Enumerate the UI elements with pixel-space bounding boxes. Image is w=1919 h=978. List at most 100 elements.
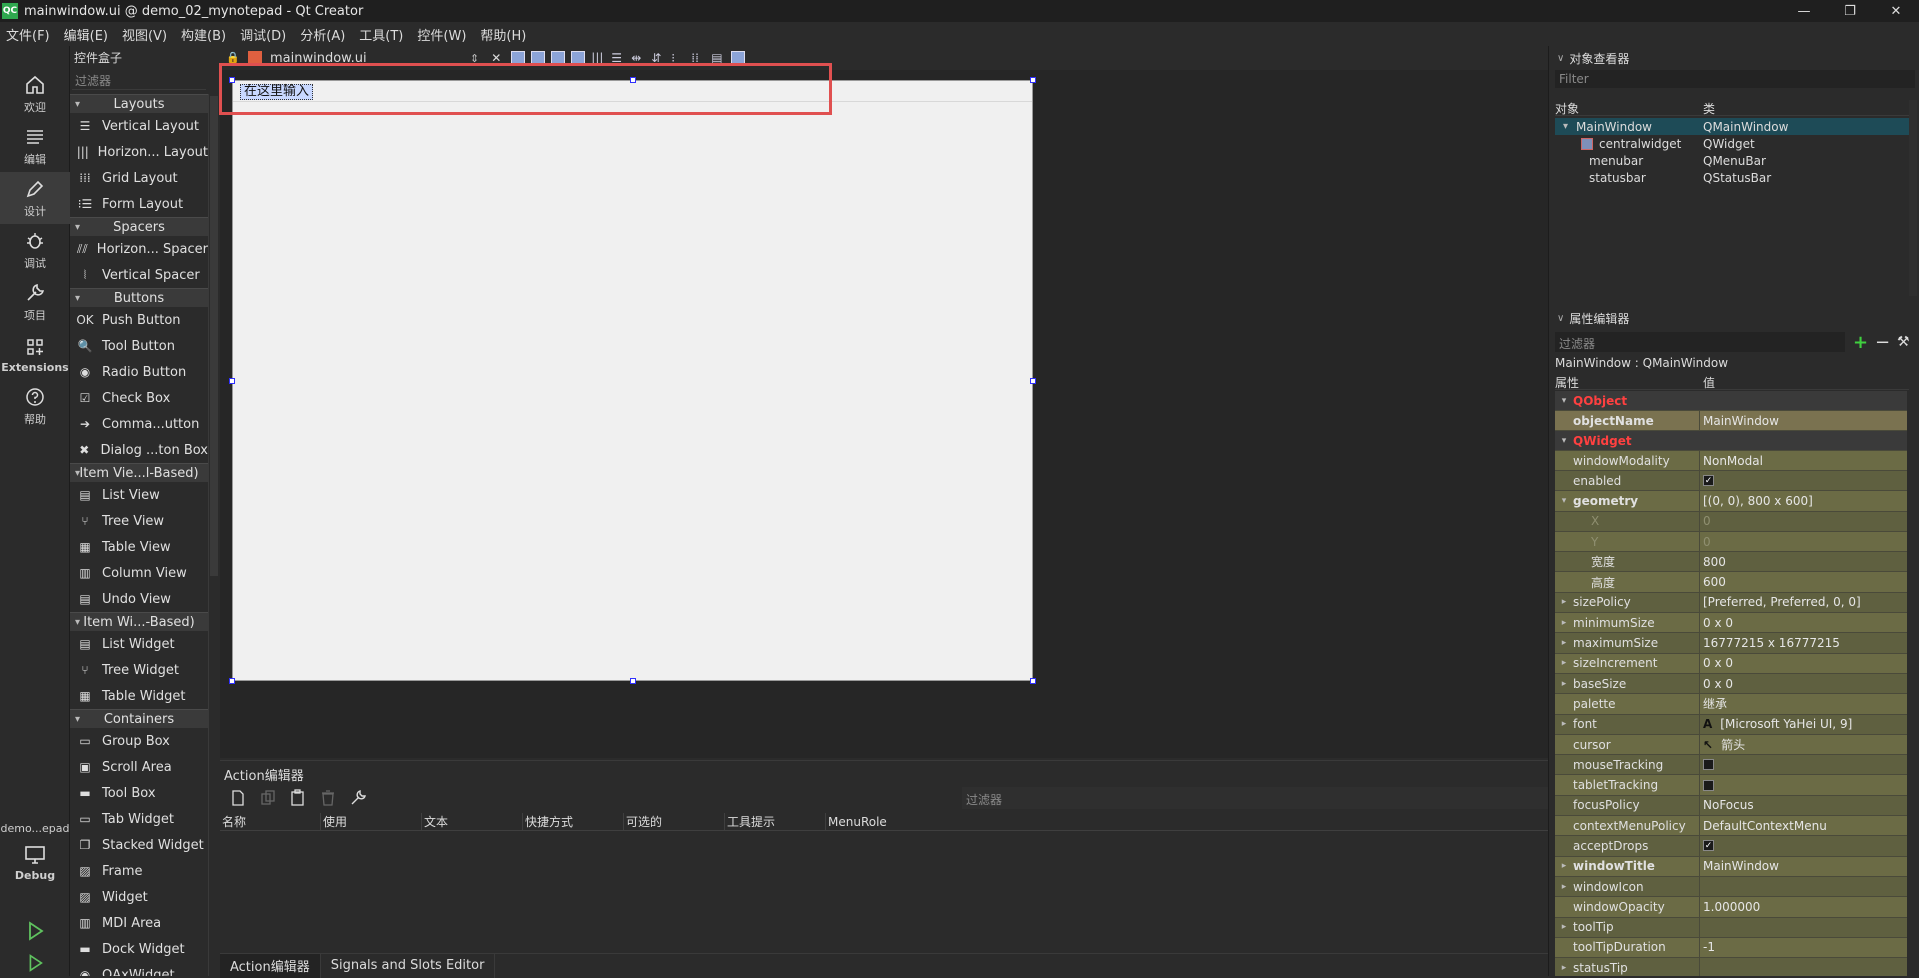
widget-box-scrollbar-thumb[interactable] [210, 96, 218, 576]
widget-category-header[interactable]: Item Wi...-Based) [70, 612, 208, 631]
widget-item[interactable]: ▦ Table View [70, 534, 208, 560]
designer-form-mainwindow[interactable]: 在这里输入 [232, 80, 1033, 681]
property-row[interactable]: ▾ geometry [(0, 0), 800 x 600] [1555, 491, 1909, 512]
property-row[interactable]: ▸ windowTitle MainWindow [1555, 856, 1909, 877]
add-dynamic-property-icon[interactable]: + [1853, 332, 1868, 353]
widget-item[interactable]: ▤ List Widget [70, 631, 208, 657]
resize-handle-bottom[interactable] [630, 678, 636, 684]
mode-project[interactable]: 项目 [0, 276, 70, 328]
object-tree-row[interactable]: ▾ MainWindow QMainWindow [1555, 118, 1909, 135]
collapse-arrow-icon[interactable]: ▸ [1555, 719, 1573, 729]
collapse-arrow-icon[interactable]: ▸ [1555, 658, 1573, 668]
checkbox-checked[interactable]: ✓ [1703, 840, 1714, 852]
column-name[interactable]: 名称 [220, 813, 321, 830]
property-value[interactable]: 16777215 x 16777215 [1700, 633, 1909, 652]
configure-icon[interactable] [346, 786, 370, 810]
widget-category-header[interactable]: Spacers [70, 217, 208, 236]
property-value[interactable]: -1 [1700, 938, 1909, 957]
collapse-arrow-icon[interactable]: ▸ [1555, 922, 1573, 932]
property-row[interactable]: 高度 600 [1555, 572, 1909, 593]
widget-item[interactable]: ✖ Dialog ...ton Box [70, 437, 208, 463]
remove-dynamic-property-icon[interactable]: − [1875, 332, 1890, 353]
object-filter-input[interactable]: Filter [1555, 70, 1915, 88]
new-action-icon[interactable] [226, 786, 250, 810]
property-value[interactable]: NoFocus [1700, 796, 1909, 815]
widget-item[interactable]: ◉ QAxWidget [70, 962, 208, 977]
expand-arrow-icon[interactable]: ▾ [1555, 396, 1573, 406]
property-row[interactable]: ▸ maximumSize 16777215 x 16777215 [1555, 633, 1909, 654]
property-row[interactable]: 宽度 800 [1555, 552, 1909, 573]
widget-item[interactable]: ▥ MDI Area [70, 910, 208, 936]
property-value[interactable]: 继承 [1700, 694, 1909, 713]
resize-handle-bottom-left[interactable] [229, 678, 235, 684]
object-tree-row[interactable]: centralwidget QWidget [1555, 135, 1909, 152]
property-value[interactable]: 800 [1700, 552, 1909, 571]
property-value[interactable]: DefaultContextMenu [1700, 816, 1909, 835]
widget-item[interactable]: OK Push Button [70, 307, 208, 333]
property-row[interactable]: ▸ font A [Microsoft YaHei UI, 9] [1555, 714, 1909, 735]
column-class[interactable]: 类 [1703, 100, 1715, 116]
copy-action-icon[interactable] [256, 786, 280, 810]
mode-debug[interactable]: 调试 [0, 224, 70, 276]
mode-help[interactable]: 帮助 [0, 380, 70, 432]
widget-item[interactable]: ⑂ Tree Widget [70, 657, 208, 683]
menu-widgets[interactable]: 控件(W) [417, 25, 466, 44]
property-value[interactable]: 0 x 0 [1700, 613, 1909, 632]
widget-category-header[interactable]: Buttons [70, 288, 208, 307]
resize-handle-left[interactable] [229, 378, 235, 384]
collapse-arrow-icon[interactable]: ▸ [1555, 882, 1573, 892]
property-value[interactable]: ✓ [1700, 836, 1909, 855]
widget-box-filter-input[interactable]: 过滤器 [72, 72, 206, 90]
tab-action-editor[interactable]: Action编辑器 [220, 953, 321, 978]
menu-build[interactable]: 构建(B) [181, 25, 226, 44]
widget-item[interactable]: 🔍 Tool Button [70, 333, 208, 359]
property-editor-header[interactable]: ∨ 属性编辑器 [1549, 310, 1629, 327]
widget-item[interactable]: ▨ Frame [70, 858, 208, 884]
property-group-row[interactable]: ▾ QWidget [1555, 431, 1909, 451]
property-value[interactable]: MainWindow [1700, 411, 1909, 430]
object-tree-row[interactable]: menubar QMenuBar [1555, 152, 1909, 169]
kit-selector[interactable]: Debug [0, 840, 70, 884]
property-value[interactable]: 0 [1700, 532, 1909, 551]
collapse-arrow-icon[interactable]: ▸ [1555, 597, 1573, 607]
property-value[interactable] [1700, 755, 1909, 774]
widget-item[interactable]: ▭ Tab Widget [70, 806, 208, 832]
column-checkable[interactable]: 可选的 [624, 813, 725, 830]
property-row[interactable]: ▸ statusTip [1555, 958, 1909, 976]
widget-item[interactable]: ▥ Column View [70, 560, 208, 586]
property-row[interactable]: Y0 [1555, 531, 1909, 553]
property-value[interactable]: 0 x 0 [1700, 654, 1909, 673]
menu-file[interactable]: 文件(F) [6, 25, 50, 44]
widget-item[interactable]: ▤ Undo View [70, 586, 208, 612]
widget-item[interactable]: ▭ Group Box [70, 728, 208, 754]
column-used[interactable]: 使用 [321, 813, 422, 830]
property-value[interactable]: A [Microsoft YaHei UI, 9] [1700, 715, 1909, 734]
property-value[interactable] [1700, 877, 1909, 896]
collapse-arrow-icon[interactable]: ▸ [1555, 861, 1573, 871]
column-shortcut[interactable]: 快捷方式 [523, 813, 624, 830]
column-property[interactable]: 属性 [1555, 374, 1703, 390]
action-filter-input[interactable]: 过滤器 [962, 787, 1548, 809]
property-filter-input[interactable]: 过滤器 [1555, 332, 1845, 352]
resize-handle-top-right[interactable] [1030, 77, 1036, 83]
property-row[interactable]: ▸ toolTip [1555, 917, 1909, 938]
property-value[interactable]: [Preferred, Preferred, 0, 0] [1700, 593, 1909, 612]
property-row[interactable]: tabletTracking [1555, 775, 1909, 796]
debug-run-button[interactable] [0, 952, 70, 976]
property-value[interactable] [1700, 775, 1909, 794]
widget-item[interactable]: ⦚ Vertical Spacer [70, 262, 208, 288]
menu-view[interactable]: 视图(V) [122, 25, 167, 44]
property-value[interactable]: 600 [1700, 572, 1909, 591]
widget-item[interactable]: ▨ Widget [70, 884, 208, 910]
property-row[interactable]: windowOpacity 1.000000 [1555, 897, 1909, 918]
property-value[interactable]: NonModal [1700, 451, 1909, 470]
expand-arrow-icon[interactable]: ▾ [1555, 496, 1573, 506]
property-value[interactable]: [(0, 0), 800 x 600] [1700, 491, 1909, 510]
widget-item[interactable]: ⁞⁞⁞ Grid Layout [70, 165, 208, 191]
maximize-button[interactable]: ❐ [1827, 0, 1873, 22]
property-row[interactable]: acceptDrops ✓ [1555, 836, 1909, 857]
property-row[interactable]: objectName MainWindow [1555, 411, 1909, 431]
property-row[interactable]: toolTipDuration -1 [1555, 937, 1909, 959]
widget-item[interactable]: ❐ Stacked Widget [70, 832, 208, 858]
menu-analyze[interactable]: 分析(A) [300, 25, 345, 44]
